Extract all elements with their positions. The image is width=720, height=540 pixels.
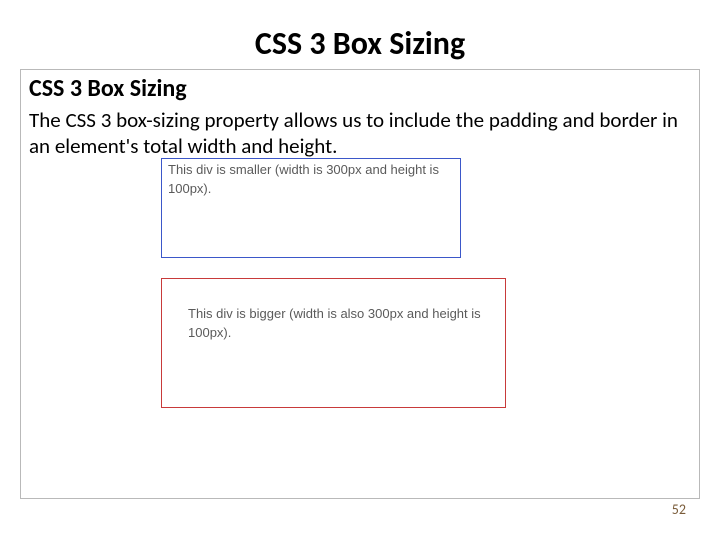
demo-area: This div is smaller (width is 300px and … bbox=[161, 158, 506, 408]
slide-title: CSS 3 Box Sizing bbox=[0, 0, 720, 69]
demo-box-small-text: This div is smaller (width is 300px and … bbox=[168, 161, 454, 199]
section-paragraph: The CSS 3 box-sizing property allows us … bbox=[29, 107, 691, 160]
demo-box-small: This div is smaller (width is 300px and … bbox=[161, 158, 461, 258]
demo-box-big: This div is bigger (width is also 300px … bbox=[161, 278, 506, 408]
section-subheading: CSS 3 Box Sizing bbox=[29, 74, 691, 103]
page-number: 52 bbox=[672, 501, 686, 518]
content-frame: CSS 3 Box Sizing The CSS 3 box-sizing pr… bbox=[20, 69, 700, 499]
demo-box-big-text: This div is bigger (width is also 300px … bbox=[188, 305, 499, 343]
